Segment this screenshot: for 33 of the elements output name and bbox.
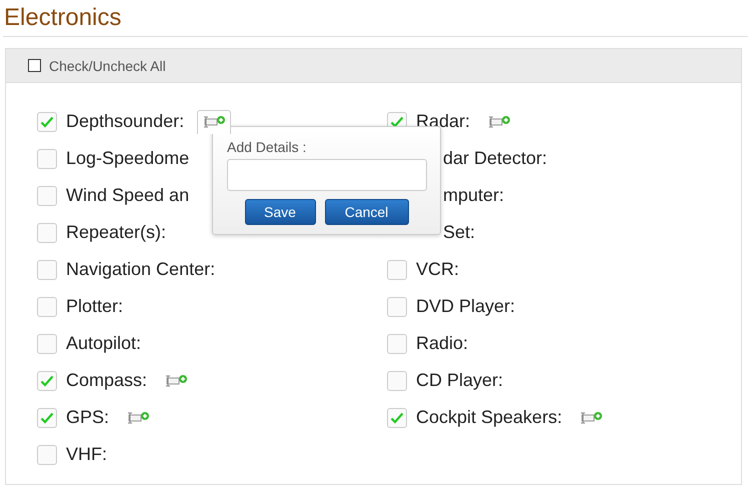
item-label: Set:	[443, 223, 476, 242]
item-label: Cockpit Speakers:	[416, 408, 562, 427]
check-icon	[390, 116, 404, 128]
checkbox[interactable]	[28, 59, 41, 72]
item-label: Wind Speed an	[66, 186, 190, 205]
item-label: Log-Speedome	[66, 149, 190, 168]
check-icon	[40, 374, 54, 386]
item-label: Plotter:	[66, 297, 124, 316]
item-label: Navigation Center:	[66, 260, 216, 279]
item-label: VHF:	[66, 445, 108, 464]
item-label: CD Player:	[416, 371, 504, 390]
item-label: DVD Player:	[416, 297, 516, 316]
item-label: GPS:	[66, 408, 110, 427]
item-label: VCR:	[416, 260, 460, 279]
item-label: Repeater(s):	[66, 223, 166, 242]
item-label: dar Detector:	[443, 149, 548, 168]
add-details-button[interactable]	[197, 110, 232, 134]
section-title: Electronics	[4, 4, 122, 33]
field-label: Add Details :	[227, 139, 308, 155]
item-label: mputer:	[443, 186, 504, 205]
checkbox-label: Check/Uncheck All	[49, 58, 166, 74]
item-label: Radio:	[416, 334, 468, 353]
cancel-button[interactable]: Cancel	[324, 199, 408, 225]
save-button[interactable]: Save	[244, 199, 316, 225]
item-label: Depthsounder:	[66, 112, 184, 131]
details-field[interactable]	[227, 159, 427, 191]
check-icon	[390, 412, 404, 424]
item-label: Compass:	[66, 371, 148, 390]
item-label: Radar:	[416, 112, 470, 131]
check-icon	[40, 116, 54, 128]
item-label: Autopilot:	[66, 334, 142, 353]
check-icon	[40, 412, 54, 424]
text-field-add-icon	[202, 115, 226, 129]
